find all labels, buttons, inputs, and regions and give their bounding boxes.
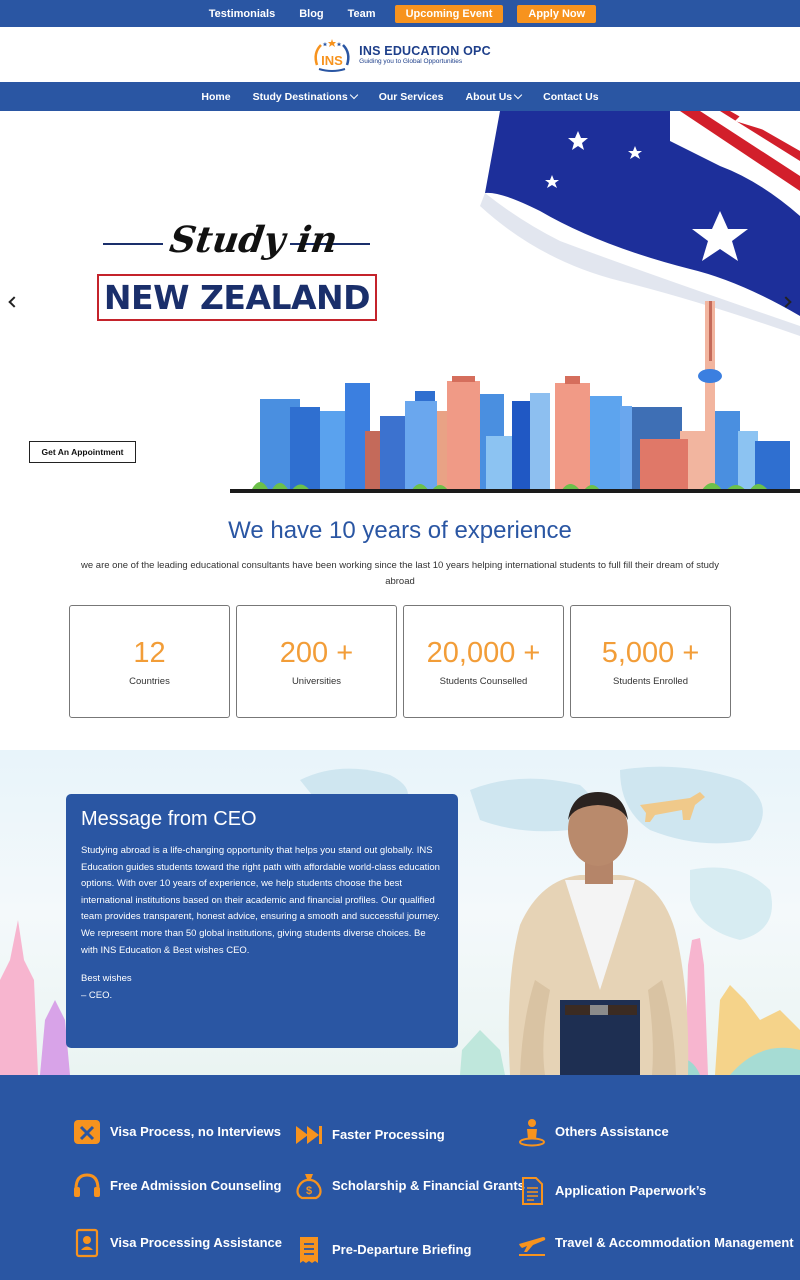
nav-about-us[interactable]: About Us xyxy=(465,90,523,103)
service-free-counseling[interactable]: Free Admission Counseling xyxy=(72,1171,281,1201)
title-line-left xyxy=(103,243,163,245)
upcoming-event-button[interactable]: Upcoming Event xyxy=(394,4,504,23)
hero-slider: Study in NEW ZEALAND Get An Appointment xyxy=(0,111,800,493)
stats-row: 12 Countries 200 + Universities 20,000 +… xyxy=(69,605,731,718)
experience-description: we are one of the leading educational co… xyxy=(81,560,719,587)
money-bag-icon: $ xyxy=(296,1174,322,1200)
service-paperwork[interactable]: Application Paperwork’s xyxy=(517,1176,706,1206)
stat-label: Students Counselled xyxy=(439,675,528,687)
main-nav: Home Study Destinations Our Services Abo… xyxy=(0,82,800,111)
receipt-icon xyxy=(300,1237,318,1263)
airplane-icon xyxy=(519,1237,546,1256)
nav-contact-us[interactable]: Contact Us xyxy=(543,91,598,103)
hero-country-box: NEW ZEALAND xyxy=(97,274,377,321)
team-link[interactable]: Team xyxy=(348,8,376,20)
stat-card: 20,000 + Students Counselled xyxy=(403,605,564,718)
ceo-signoff: Best wishes xyxy=(81,973,132,985)
nav-our-services[interactable]: Our Services xyxy=(379,91,444,103)
service-travel-accommodation[interactable]: Travel & Accommodation Management xyxy=(517,1228,794,1258)
get-appointment-button[interactable]: Get An Appointment xyxy=(29,441,136,463)
stat-value: 20,000 + xyxy=(426,636,541,669)
service-scholarship[interactable]: $ Scholarship & Financial Grants xyxy=(294,1171,525,1201)
stat-card: 200 + Universities xyxy=(236,605,397,718)
chevron-down-icon xyxy=(513,90,523,100)
stat-card: 12 Countries xyxy=(69,605,230,718)
stat-label: Students Enrolled xyxy=(613,675,688,687)
logo-name: INS EDUCATION OPC xyxy=(359,44,491,58)
headphones-icon xyxy=(74,1173,100,1197)
stat-label: Countries xyxy=(129,675,170,687)
service-visa-assistance[interactable]: Visa Processing Assistance xyxy=(72,1228,282,1258)
blog-link[interactable]: Blog xyxy=(299,8,323,20)
ceo-signature: – CEO. xyxy=(81,989,113,1001)
top-bar: Testimonials Blog Team Upcoming Event Ap… xyxy=(0,0,800,27)
ceo-section: Message from CEO Studying abroad is a li… xyxy=(0,750,800,1075)
passport-icon xyxy=(75,1228,99,1258)
stat-value: 12 xyxy=(133,636,166,669)
stat-label: Universities xyxy=(291,675,342,687)
stat-value: 5,000 + xyxy=(601,636,700,669)
chevron-down-icon xyxy=(349,90,358,100)
testimonials-link[interactable]: Testimonials xyxy=(209,8,275,20)
nav-study-destinations[interactable]: Study Destinations xyxy=(253,90,358,103)
stat-value: 200 + xyxy=(279,636,354,669)
nav-home[interactable]: Home xyxy=(201,91,230,103)
ceo-message: Studying abroad is a life-changing oppor… xyxy=(81,845,440,956)
logo-band: INS INS EDUCATION OPC Guiding you to Glo… xyxy=(0,27,800,82)
services-section: Visa Process, no Interviews Faster Proce… xyxy=(0,1075,800,1280)
stat-card: 5,000 + Students Enrolled xyxy=(570,605,731,718)
svg-text:$: $ xyxy=(306,1185,312,1197)
service-visa-process[interactable]: Visa Process, no Interviews xyxy=(72,1117,281,1147)
ceo-message-card: Message from CEO Studying abroad is a li… xyxy=(66,794,458,1048)
apply-now-button[interactable]: Apply Now xyxy=(517,4,597,23)
hero-script-title: Study in xyxy=(167,219,341,261)
fast-forward-icon xyxy=(296,1126,322,1144)
logo-mark-text: INS xyxy=(321,53,343,68)
service-pre-departure[interactable]: Pre-Departure Briefing xyxy=(294,1235,471,1265)
hero-country: NEW ZEALAND xyxy=(103,278,371,317)
no-interview-icon xyxy=(74,1120,100,1144)
logo-tagline: Guiding you to Global Opportunities xyxy=(359,58,463,65)
service-faster-processing[interactable]: Faster Processing xyxy=(294,1120,445,1150)
ceo-title: Message from CEO xyxy=(81,808,257,830)
ceo-photo xyxy=(508,792,689,1075)
document-icon xyxy=(522,1177,543,1205)
experience-title: We have 10 years of experience xyxy=(228,517,572,544)
logo-mark-icon: INS xyxy=(309,35,355,75)
logo[interactable]: INS INS EDUCATION OPC Guiding you to Glo… xyxy=(309,35,491,75)
service-others-assistance[interactable]: Others Assistance xyxy=(517,1117,669,1147)
person-location-icon xyxy=(519,1119,545,1147)
